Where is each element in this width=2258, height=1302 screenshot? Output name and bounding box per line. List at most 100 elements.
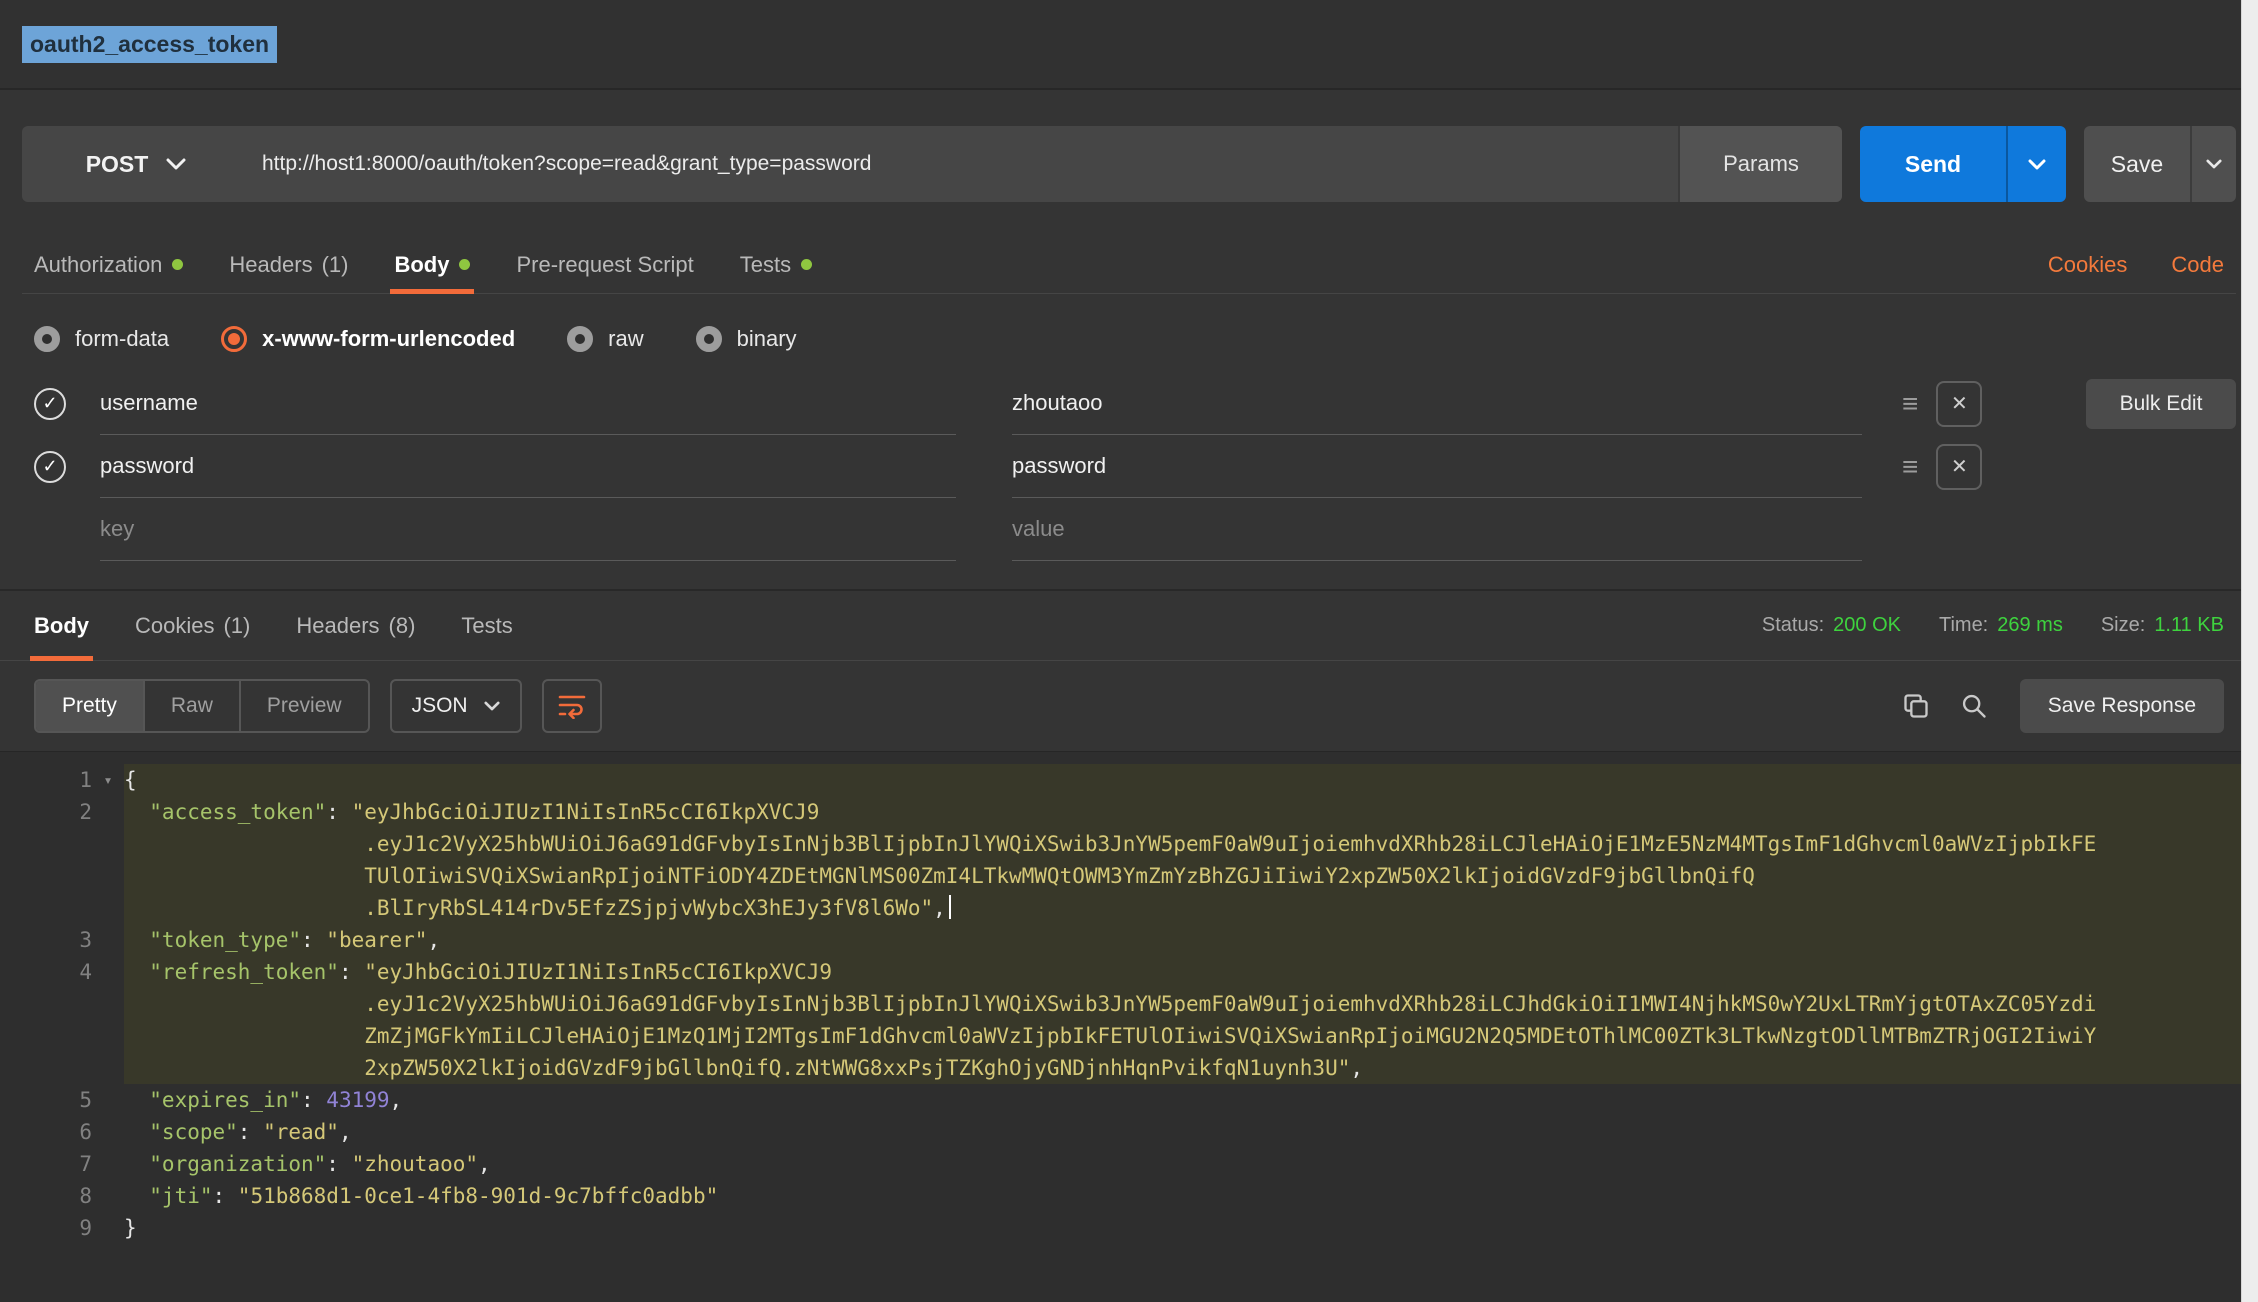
tab-label: Pre-request Script (516, 252, 693, 278)
code-line: 9 } (0, 1212, 2258, 1244)
response-body-code[interactable]: 1 ▾ { 2 "access_token": "eyJhbGciOiJIUzI… (0, 751, 2258, 1302)
save-button[interactable]: Save (2084, 126, 2190, 202)
wrap-lines-icon (557, 693, 587, 719)
response-tab-tests[interactable]: Tests (461, 591, 512, 660)
header-links: Cookies Code (2048, 252, 2224, 278)
fold-spacer (92, 1148, 124, 1180)
format-dropdown[interactable]: JSON (390, 679, 522, 733)
tab-headers[interactable]: Headers (1) (229, 236, 348, 293)
key-input[interactable] (100, 390, 956, 416)
code-line-wrap: .BlIryRbSL414rDv5EfzZSjpjvWybcX3hEJy3fV8… (0, 892, 2258, 924)
line-number: 5 (0, 1084, 92, 1116)
row-enabled-checkbox[interactable]: ✓ (34, 451, 66, 483)
request-tab-title[interactable]: oauth2_access_token (22, 26, 277, 63)
tab-label: Body (34, 613, 89, 639)
view-pretty-button[interactable]: Pretty (36, 681, 143, 731)
code-line: 2 "access_token": "eyJhbGciOiJIUzI1NiIsI… (0, 796, 2258, 828)
line-number: 9 (0, 1212, 92, 1244)
window-scrollbar[interactable] (2241, 0, 2258, 1302)
radio-x-www-form-urlencoded[interactable]: x-www-form-urlencoded (221, 326, 515, 352)
search-button[interactable] (1960, 692, 1988, 720)
response-tab-body[interactable]: Body (34, 591, 89, 660)
code-link[interactable]: Code (2171, 252, 2224, 278)
json-key: "scope" (149, 1120, 238, 1144)
tab-body[interactable]: Body (394, 236, 470, 293)
time-value: 269 ms (1997, 614, 2063, 636)
remove-row-button[interactable]: ✕ (1936, 381, 1982, 427)
fold-spacer (92, 1116, 124, 1148)
fold-spacer (92, 924, 124, 956)
code-line-wrap: .eyJ1c2VyX25hbWUiOiJ6aG91dGFvbyIsInNjb3B… (0, 988, 2258, 1020)
format-label: JSON (412, 694, 468, 718)
json-string: TUlOIiwiSVQiXSwianRpIjoiNTFiODY4ZDEtMGNl… (364, 864, 1755, 888)
row-actions: ≡ ✕ (1902, 444, 1982, 490)
request-tabs: Authorization Headers (1) Body Pre-reque… (22, 236, 2236, 294)
response-tab-headers[interactable]: Headers (8) (296, 591, 415, 660)
save-response-button[interactable]: Save Response (2020, 679, 2224, 733)
radio-raw[interactable]: raw (567, 326, 643, 352)
drag-handle-icon[interactable]: ≡ (1902, 390, 1918, 418)
cookies-link[interactable]: Cookies (2048, 252, 2127, 278)
close-icon: ✕ (1951, 391, 1968, 416)
json-string: "zhoutaoo" (352, 1152, 478, 1176)
send-button[interactable]: Send (1860, 126, 2006, 202)
json-string: "read" (263, 1120, 339, 1144)
json-punctuation: , (1350, 1056, 1363, 1080)
key-input[interactable] (100, 453, 956, 479)
tab-pre-request-script[interactable]: Pre-request Script (516, 236, 693, 293)
copy-button[interactable] (1902, 692, 1930, 720)
row-enabled-checkbox[interactable]: ✓ (34, 388, 66, 420)
code-line-wrap: TUlOIiwiSVQiXSwianRpIjoiNTFiODY4ZDEtMGNl… (0, 860, 2258, 892)
status-label: Status: (1762, 614, 1824, 636)
bulk-edit-button[interactable]: Bulk Edit (2086, 379, 2236, 429)
params-button[interactable]: Params (1678, 126, 1842, 202)
json-punctuation: : (213, 1184, 238, 1208)
key-input[interactable] (100, 516, 956, 542)
json-punctuation: : (301, 1088, 326, 1112)
radio-selected-icon (221, 326, 247, 352)
wrap-lines-button[interactable] (542, 679, 602, 733)
json-punctuation: } (124, 1216, 137, 1240)
code-line-wrap: 2xpZW50X2lkIjoidGVzdF9jbGllbnQifQ.zNtWWG… (0, 1052, 2258, 1084)
value-input[interactable] (1012, 390, 1862, 416)
line-number: 8 (0, 1180, 92, 1212)
radio-label: x-www-form-urlencoded (262, 326, 515, 352)
tab-authorization[interactable]: Authorization (34, 236, 183, 293)
key-cell (100, 372, 956, 435)
fold-spacer (92, 796, 124, 828)
value-cell (1012, 372, 1862, 435)
value-input[interactable] (1012, 453, 1862, 479)
key-cell (100, 498, 956, 561)
send-options-button[interactable] (2006, 126, 2066, 202)
code-line: 7 "organization": "zhoutaoo", (0, 1148, 2258, 1180)
radio-binary[interactable]: binary (696, 326, 797, 352)
tab-tests[interactable]: Tests (740, 236, 812, 293)
line-number (0, 1020, 92, 1052)
value-input[interactable] (1012, 516, 1862, 542)
code-line: 3 "token_type": "bearer", (0, 924, 2258, 956)
kv-row-empty (22, 498, 2236, 561)
method-dropdown[interactable]: POST (22, 126, 250, 202)
json-key: "expires_in" (149, 1088, 301, 1112)
response-tab-cookies[interactable]: Cookies (1) (135, 591, 250, 660)
json-punctuation: , (427, 928, 440, 952)
send-split-button: Send (1860, 126, 2066, 202)
method-label: POST (86, 151, 149, 178)
tab-label: Body (394, 252, 449, 278)
response-section: Body Cookies (1) Headers (8) Tests Statu… (0, 589, 2258, 1302)
json-string: .BlIryRbSL414rDv5EfzZSjpjvWybcX3hEJy3fV8… (364, 896, 933, 920)
json-string: "eyJhbGciOiJIUzI1NiIsInR5cCI6IkpXVCJ9 (364, 960, 832, 984)
drag-handle-icon[interactable]: ≡ (1902, 453, 1918, 481)
save-options-button[interactable] (2190, 126, 2236, 202)
fold-arrow-icon[interactable]: ▾ (92, 764, 124, 796)
url-input[interactable] (250, 126, 1678, 202)
save-split-button: Save (2084, 126, 2236, 202)
remove-row-button[interactable]: ✕ (1936, 444, 1982, 490)
json-string: .eyJ1c2VyX25hbWUiOiJ6aG91dGFvbyIsInNjb3B… (364, 832, 2096, 856)
tab-label: Headers (229, 252, 312, 278)
line-number (0, 892, 92, 924)
view-preview-button[interactable]: Preview (239, 681, 368, 731)
radio-form-data[interactable]: form-data (34, 326, 169, 352)
json-key: "jti" (149, 1184, 212, 1208)
view-raw-button[interactable]: Raw (143, 681, 239, 731)
